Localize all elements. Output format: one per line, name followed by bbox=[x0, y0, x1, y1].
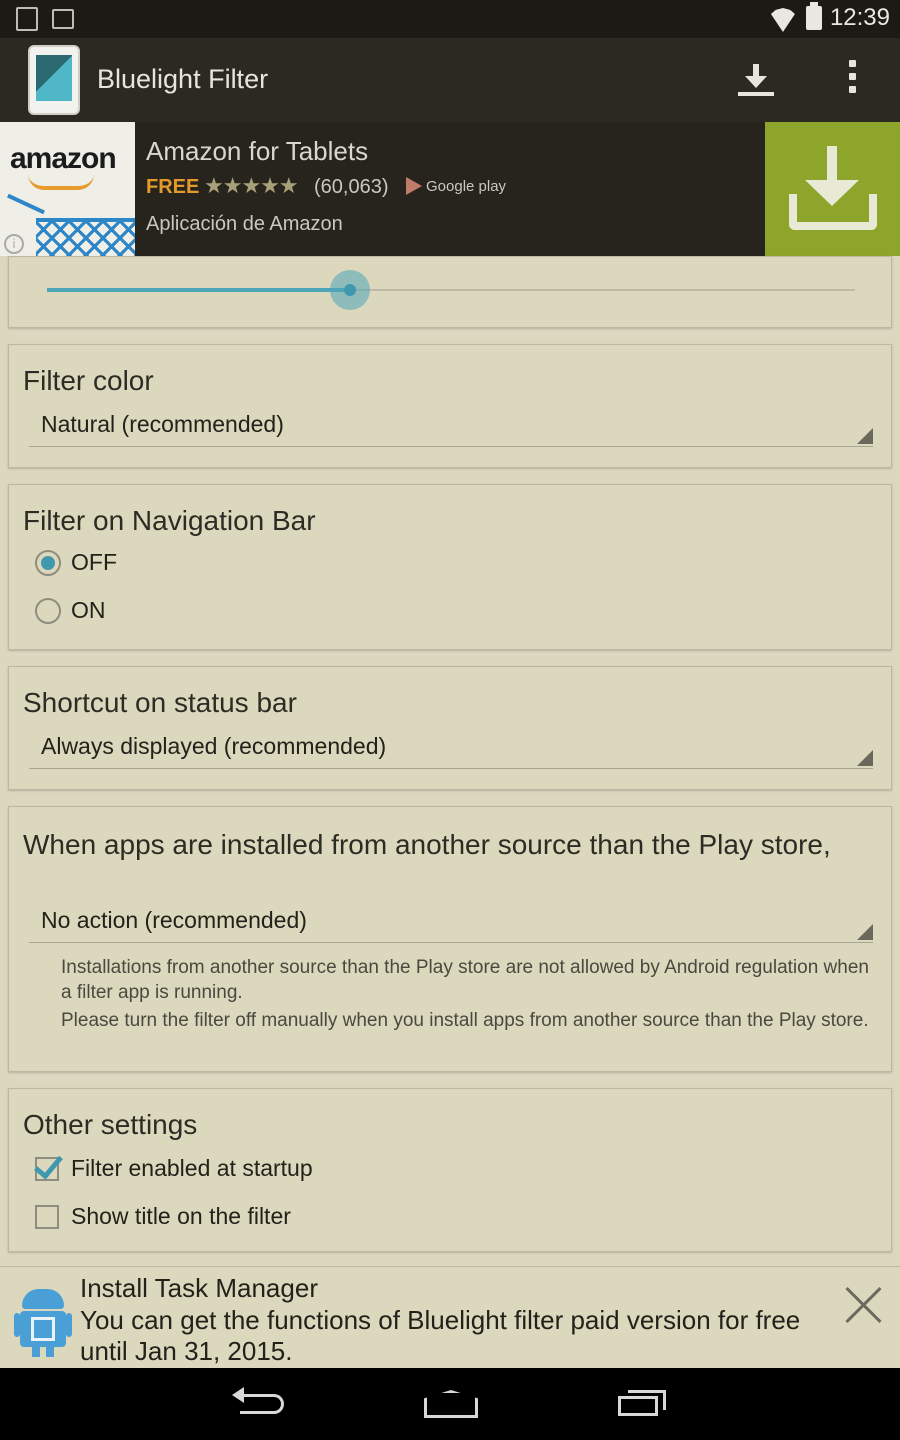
close-icon[interactable] bbox=[842, 1283, 886, 1327]
ad-rating-stars: ★★★★★ bbox=[204, 174, 299, 199]
dropdown-corner-icon bbox=[857, 428, 873, 444]
system-nav-bar bbox=[0, 1368, 900, 1440]
nav-bar-filter-card: Filter on Navigation Bar OFF ON bbox=[8, 484, 892, 650]
radio-checked-icon[interactable] bbox=[35, 549, 61, 576]
shortcut-title: Shortcut on status bar bbox=[23, 687, 297, 718]
shortcut-card: Shortcut on status bar Always displayed … bbox=[8, 666, 892, 790]
overflow-menu-icon[interactable] bbox=[844, 60, 860, 100]
opacity-card bbox=[8, 256, 892, 328]
other-settings-card: Other settings Filter enabled at startup… bbox=[8, 1088, 892, 1252]
google-play-badge: Google play bbox=[406, 177, 506, 195]
install-source-note-2: Please turn the filter off manually when… bbox=[61, 1010, 869, 1031]
image-notification-icon bbox=[52, 9, 74, 29]
install-task-manager-banner[interactable]: Install Task Manager You can get the fun… bbox=[0, 1266, 900, 1368]
install-source-spinner[interactable]: No action (recommended) bbox=[29, 903, 873, 943]
action-bar: Bluelight Filter bbox=[0, 38, 900, 122]
slider-thumb[interactable] bbox=[330, 270, 370, 310]
cart-icon bbox=[36, 218, 135, 256]
ad-info-icon[interactable]: i bbox=[4, 234, 24, 254]
shortcut-spinner[interactable]: Always displayed (recommended) bbox=[29, 729, 873, 769]
checkbox-unchecked-icon[interactable] bbox=[35, 1204, 59, 1229]
back-icon[interactable] bbox=[232, 1387, 284, 1418]
filter-color-card: Filter color Natural (recommended) bbox=[8, 344, 892, 468]
home-icon[interactable] bbox=[424, 1390, 478, 1418]
filter-color-title: Filter color bbox=[23, 365, 154, 396]
play-store-icon bbox=[406, 177, 422, 195]
status-bar: 12:39 bbox=[0, 0, 900, 38]
recent-apps-icon[interactable] bbox=[618, 1390, 666, 1418]
dropdown-corner-icon bbox=[857, 750, 873, 766]
battery-icon bbox=[805, 2, 822, 30]
checkbox-checked-icon[interactable] bbox=[35, 1156, 59, 1181]
checkbox-filter-startup[interactable]: Filter enabled at startup bbox=[35, 1155, 313, 1182]
ad-banner[interactable]: amazon i Amazon for Tablets FREE ★★★★★ (… bbox=[0, 122, 900, 256]
radio-on[interactable]: ON bbox=[35, 597, 106, 624]
dropdown-corner-icon bbox=[857, 924, 873, 940]
filter-color-spinner[interactable]: Natural (recommended) bbox=[29, 407, 873, 447]
slider-fill bbox=[47, 288, 350, 292]
notification-body: You can get the functions of Bluelight f… bbox=[80, 1305, 801, 1366]
ad-rating-count: (60,063) bbox=[314, 176, 389, 198]
ad-price: FREE bbox=[146, 176, 200, 198]
radio-unchecked-icon[interactable] bbox=[35, 597, 61, 624]
radio-off[interactable]: OFF bbox=[35, 549, 117, 576]
install-source-card: When apps are installed from another sou… bbox=[8, 806, 892, 1072]
clock: 12:39 bbox=[829, 4, 890, 31]
ad-title: Amazon for Tablets bbox=[146, 136, 369, 166]
wifi-icon bbox=[768, 6, 798, 30]
nav-bar-filter-title: Filter on Navigation Bar bbox=[23, 505, 316, 536]
install-source-note-1: Installations from another source than t… bbox=[61, 957, 869, 1003]
android-robot-icon bbox=[14, 1285, 72, 1357]
other-settings-title: Other settings bbox=[23, 1109, 198, 1140]
app-title: Bluelight Filter bbox=[97, 64, 269, 94]
checkbox-show-title[interactable]: Show title on the filter bbox=[35, 1203, 291, 1230]
ad-install-button[interactable] bbox=[765, 122, 900, 256]
notification-title: Install Task Manager bbox=[80, 1273, 318, 1303]
install-source-title: When apps are installed from another sou… bbox=[23, 829, 831, 860]
amazon-logo: amazon i bbox=[0, 122, 135, 256]
phone-notification-icon bbox=[16, 7, 38, 31]
download-icon[interactable] bbox=[734, 60, 778, 100]
ad-subtitle: Aplicación de Amazon bbox=[146, 213, 343, 235]
app-icon[interactable] bbox=[28, 45, 80, 115]
